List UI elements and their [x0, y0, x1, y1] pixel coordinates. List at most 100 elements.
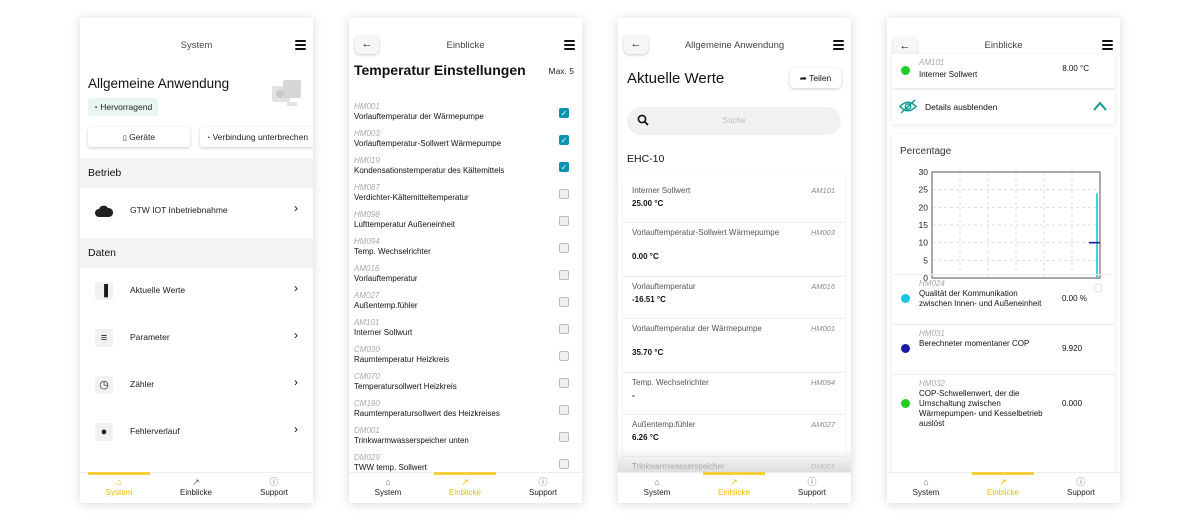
insight-code: AM101: [354, 318, 380, 327]
value-code: AM016: [811, 282, 835, 291]
insight-code: CM190: [354, 399, 380, 408]
menu-icon[interactable]: [295, 40, 306, 50]
insight-item[interactable]: HM019 Kondensationstemperatur des Kältemi…: [354, 156, 574, 183]
eye-off-icon: [899, 99, 917, 114]
value-row[interactable]: Vorlauftemperatur AM016 -16.51 °C: [632, 282, 845, 328]
nav-support[interactable]: ⓘ Support: [1042, 477, 1120, 497]
menu-icon[interactable]: [564, 40, 575, 50]
active-indicator: [88, 472, 150, 475]
devices-button[interactable]: ▯ Geräte: [88, 127, 190, 147]
selected-value-row: AM101 Interner Sollwert 8.00 °C: [892, 54, 1115, 88]
value-name: Vorlauftemperatur der Wärmepumpe: [632, 324, 762, 333]
insight-checkbox[interactable]: [559, 189, 569, 199]
insight-item[interactable]: DM001 Trinkwarmwasserspeicher unten: [354, 426, 574, 453]
value-code: AM101: [811, 186, 835, 195]
value-row[interactable]: Temp. Wechselrichter HM094 -: [632, 378, 845, 424]
top-bar-title: Einblicke: [984, 40, 1023, 51]
legend-item[interactable]: HM024 Qualität der Kommunikation zwischen…: [892, 274, 1115, 324]
value-row[interactable]: Vorlauftemperatur der Wärmepumpe HM001 35.…: [632, 324, 845, 382]
back-button[interactable]: ←: [355, 35, 379, 54]
nav-einblicke[interactable]: ↗ Einblicke: [426, 472, 504, 497]
nav-system[interactable]: ⌂ System: [349, 477, 427, 497]
insight-checkbox[interactable]: [559, 405, 569, 415]
series-color-dot: [901, 66, 910, 75]
search-input[interactable]: Suche: [627, 107, 841, 135]
chart-icon: ↗: [461, 477, 469, 487]
divider: [623, 372, 845, 373]
menu-item-zaehler[interactable]: ◷ Zähler ›: [80, 362, 309, 408]
share-button[interactable]: ➦ Teilen: [790, 68, 841, 88]
active-indicator: [972, 472, 1034, 475]
insight-label: Trinkwarmwasserspeicher unten: [354, 436, 469, 445]
nav-system[interactable]: ⌂ System: [887, 477, 965, 497]
insight-item[interactable]: CM030 Raumtemperatur Heizkreis: [354, 345, 574, 372]
phone-icon: ▯: [122, 135, 127, 142]
help-icon: ⓘ: [269, 477, 279, 487]
legend-item[interactable]: HM032 COP-Schwellenwert, der die Umschalt…: [892, 374, 1115, 434]
insight-item[interactable]: HM087 Verdichter-Kältemitteltemperatur: [354, 183, 574, 210]
insight-code: HM003: [354, 129, 380, 138]
menu-item-aktuelle-werte[interactable]: ▐ Aktuelle Werte ›: [80, 268, 309, 314]
insight-item[interactable]: HM098 Lufttemperatur Außeneinheit: [354, 210, 574, 237]
value-row[interactable]: Vorlauftemperatur-Sollwert Wärmepumpe HM0…: [632, 228, 845, 286]
nav-support[interactable]: ⓘ Support: [504, 477, 582, 497]
menu-item-parameter[interactable]: ≡ Parameter ›: [80, 315, 309, 361]
nav-support[interactable]: ⓘ Support: [235, 477, 313, 497]
nav-support[interactable]: ⓘ Support: [773, 477, 851, 497]
insight-item[interactable]: AM101 Interner Sollwurt: [354, 318, 574, 345]
hide-details-toggle[interactable]: Details ausblenden: [892, 90, 1115, 124]
sliders-icon: ≡: [95, 329, 113, 347]
nav-einblicke[interactable]: ↗ Einblicke: [964, 472, 1042, 497]
insight-item[interactable]: HM094 Temp. Wechselrichter: [354, 237, 574, 264]
insight-checkbox[interactable]: [559, 459, 569, 469]
y-tick-label: 20: [919, 202, 929, 212]
insight-code: CM030: [354, 345, 380, 354]
menu-icon[interactable]: [1102, 40, 1113, 50]
insight-checkbox[interactable]: [559, 324, 569, 334]
insight-checkbox[interactable]: [559, 216, 569, 226]
insight-code: HM001: [354, 102, 380, 111]
series-color-dot: [901, 294, 910, 303]
divider: [623, 222, 845, 223]
value-code: AM101: [919, 58, 945, 67]
insight-code: AM027: [354, 291, 380, 300]
disconnect-button[interactable]: ◔ Verbindung unterbrechen: [200, 127, 313, 147]
insight-item[interactable]: CM190 Raumtemperatursollwert des Heizkrei…: [354, 399, 574, 426]
menu-item-gtw[interactable]: GTW IOT Inbetriebnahme ›: [80, 188, 309, 234]
insight-checkbox[interactable]: ✓: [559, 108, 569, 118]
insight-label: Temperatursollwert Heizkreis: [354, 382, 457, 391]
home-icon: ⌂: [654, 477, 660, 487]
insight-item[interactable]: HM001 Vorlauftemperatur der Wärmepumpe ✓: [354, 102, 574, 129]
page-title: Aktuelle Werte: [627, 70, 725, 87]
value-row[interactable]: Interner Sollwert AM101 25.00 °C: [632, 186, 845, 232]
nav-system[interactable]: ⌂ System: [80, 472, 158, 497]
bottom-nav: ⌂ System ↗ Einblicke ⓘ Support: [349, 472, 582, 503]
insight-checkbox[interactable]: ✓: [559, 135, 569, 145]
legend-item[interactable]: HM031 Berechneter momentaner COP 9.920: [892, 324, 1115, 374]
insight-item[interactable]: AM027 Außentemp.fühler: [354, 291, 574, 318]
nav-system[interactable]: ⌂ System: [618, 477, 696, 497]
insight-item[interactable]: CM070 Temperatursollwert Heizkreis: [354, 372, 574, 399]
insight-checkbox[interactable]: [559, 351, 569, 361]
search-placeholder: Suche: [722, 116, 746, 125]
insight-checkbox[interactable]: [559, 432, 569, 442]
insight-label: Außentemp.fühler: [354, 301, 418, 310]
insight-item[interactable]: AM016 Vorlauftemperatur: [354, 264, 574, 291]
menu-item-fehlerverlauf[interactable]: ● Fehlerverlauf ›: [80, 409, 309, 455]
insight-checkbox[interactable]: ✓: [559, 162, 569, 172]
value-name: Vorlauftemperatur-Sollwert Wärmepumpe: [632, 228, 780, 237]
insight-checkbox[interactable]: [559, 297, 569, 307]
top-bar-title: Allgemeine Anwendung: [684, 40, 785, 51]
insight-checkbox[interactable]: [559, 378, 569, 388]
menu-icon[interactable]: [833, 40, 844, 50]
legend-value: 0.00 %: [1062, 294, 1087, 303]
insight-label: Vorlauftemperatur: [354, 274, 418, 283]
back-button[interactable]: ←: [624, 35, 648, 54]
cloud-icon: [95, 205, 113, 217]
nav-einblicke[interactable]: ↗ Einblicke: [157, 477, 235, 497]
value-code: HM003: [810, 228, 835, 237]
insight-checkbox[interactable]: [559, 270, 569, 280]
nav-einblicke[interactable]: ↗ Einblicke: [695, 472, 773, 497]
insight-item[interactable]: HM003 Vorlauftemperatur-Sollwert Wärmepum…: [354, 129, 574, 156]
insight-checkbox[interactable]: [559, 243, 569, 253]
